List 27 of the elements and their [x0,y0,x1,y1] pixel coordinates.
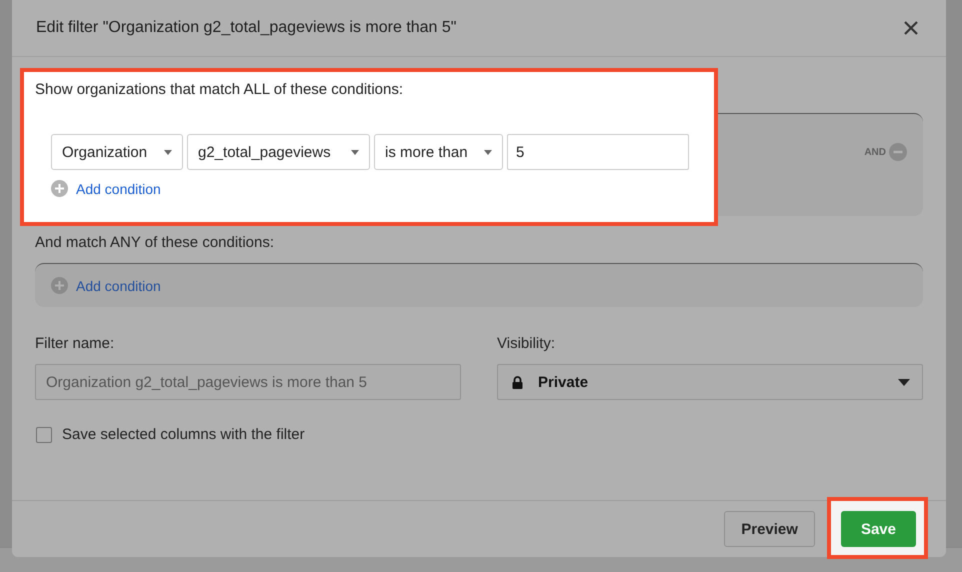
checkbox[interactable] [36,426,52,442]
plus-icon [51,277,68,294]
joiner-label: AND [864,146,886,158]
section-label: Show organizations that match ALL of these conditions: [35,80,404,100]
caret-icon [484,150,492,154]
field-label: Filter name: [35,335,116,352]
remove-icon[interactable] [889,143,907,161]
field-dropdown[interactable]: Organization [51,134,183,170]
plus-icon [51,180,68,197]
caret-icon [351,150,359,154]
dialog-title: Edit filter "Organization g2_total_pageviews is more than 5" [36,19,456,37]
visibility-dropdown[interactable]: Private [497,364,923,400]
lock-icon [512,376,523,388]
filter-name-input[interactable]: Organization g2_total_pageviews is more than 5 [35,364,461,400]
caret-icon [164,150,172,154]
section-label: And match ANY of these conditions: [35,233,276,253]
preview-button[interactable]: Preview [724,511,815,547]
save-button[interactable]: Save [840,511,916,547]
field-label: Visibility: [497,335,556,352]
caret-icon [898,378,910,386]
close-button[interactable] [902,19,920,37]
close-icon [904,21,918,35]
value-input[interactable]: 5 [507,134,689,170]
checkbox-label: Save selected columns with the filter [62,426,305,443]
add-condition-link[interactable]: Add condition [51,180,161,197]
operator-dropdown[interactable]: is more than [374,134,503,170]
attribute-dropdown[interactable]: g2_total_pageviews [187,134,370,170]
